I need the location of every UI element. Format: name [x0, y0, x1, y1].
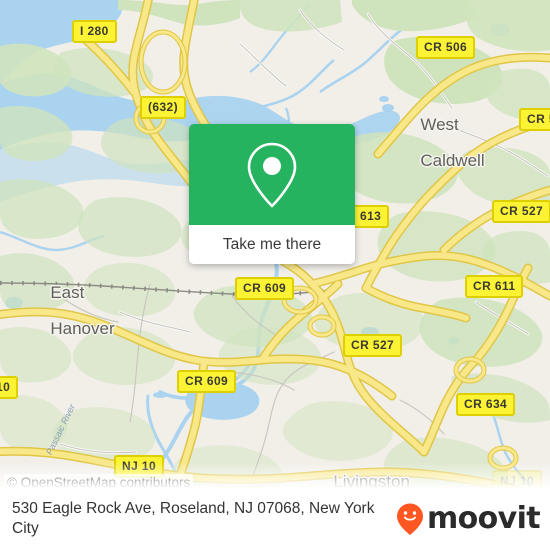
take-me-there-button[interactable]: Take me there — [189, 225, 355, 264]
moovit-wordmark: moovit — [426, 501, 541, 536]
location-popup-card[interactable]: Take me there — [189, 124, 355, 264]
place-label-line1: East — [50, 283, 85, 302]
road-shield-cr609-low: CR 609 — [177, 370, 237, 393]
moovit-pin-smiley-icon — [396, 503, 423, 535]
place-label-line2: Hanover — [50, 319, 115, 338]
place-label-east-hanover: East Hanover — [22, 266, 115, 356]
road-shield-cr611: CR 611 — [465, 275, 524, 298]
road-shield-cr609-top: CR 609 — [235, 277, 295, 300]
road-shield-cr527-top: CR 527 — [492, 200, 550, 223]
road-shield-613: 613 — [352, 205, 390, 228]
road-shield-cr50-edge: CR 50 — [519, 108, 550, 131]
place-label-west-caldwell: West Caldwell — [392, 98, 485, 188]
road-shield-cr527-mid: CR 527 — [343, 334, 403, 357]
road-shield-i280: I 280 — [72, 20, 117, 43]
card-pin-area — [189, 124, 355, 225]
footer-bar: 530 Eagle Rock Ave, Roseland, NJ 07068, … — [0, 488, 550, 550]
map-pin-icon — [247, 142, 297, 207]
moovit-logo[interactable]: moovit — [395, 501, 541, 536]
road-shield-cr634: CR 634 — [456, 393, 516, 416]
moovit-location-screenshot: West Caldwell East Hanover Livingston Pa… — [0, 0, 550, 550]
place-label-line1: West — [420, 115, 459, 134]
road-shield-632: (632) — [140, 96, 187, 119]
address-text: 530 Eagle Rock Ave, Roseland, NJ 07068, … — [12, 500, 375, 537]
place-label-line2: Caldwell — [420, 151, 485, 170]
road-shield-cr506: CR 506 — [416, 36, 476, 59]
road-shield-nj10-edge: 10 — [0, 376, 19, 399]
map-canvas[interactable]: West Caldwell East Hanover Livingston Pa… — [0, 0, 550, 550]
